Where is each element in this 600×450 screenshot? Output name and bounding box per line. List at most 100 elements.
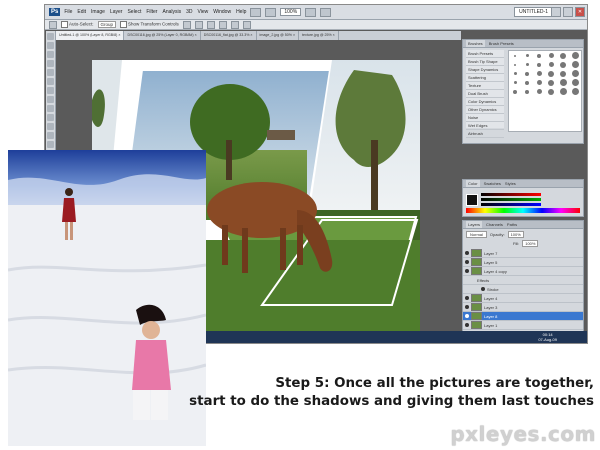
align-top-icon[interactable] [182, 20, 191, 29]
brush-setting-item[interactable]: Noise [466, 114, 504, 122]
tab-brushes[interactable]: Brushes [466, 40, 485, 47]
move-tool-icon[interactable] [49, 20, 57, 29]
layer-row[interactable]: Layer 1 [463, 321, 583, 330]
eraser-tool[interactable] [47, 123, 54, 130]
maximize-icon[interactable] [563, 7, 573, 17]
gradient-tool[interactable] [47, 132, 54, 139]
hand-tool-icon[interactable] [265, 7, 277, 17]
menu-select[interactable]: Select [127, 9, 141, 15]
brush-setting-item[interactable]: Other Dynamics [466, 106, 504, 114]
screen-mode-icon[interactable] [250, 7, 262, 17]
minimize-icon[interactable] [551, 7, 561, 17]
visibility-eye-icon[interactable] [465, 260, 469, 264]
layer-row[interactable]: Layer 7 [463, 249, 583, 258]
doc-tab-2[interactable]: DSC00116.jpg @ 25% (Layer 0, RGB/8#) × [124, 31, 201, 40]
lasso-tool[interactable] [47, 51, 54, 58]
workspace-switcher[interactable]: UNTITLED-1 [514, 7, 553, 17]
rotate-view-icon[interactable] [305, 7, 317, 17]
layer-row[interactable]: Layer 4 copy [463, 267, 583, 276]
brush-tool[interactable] [47, 96, 54, 103]
arrange-documents-icon[interactable] [320, 7, 332, 17]
doc-tab-4[interactable]: image_2.jpg @ 50% × [257, 31, 300, 40]
menu-analysis[interactable]: Analysis [162, 9, 181, 15]
fill-row: Fill: 100% [463, 240, 583, 249]
visibility-eye-icon[interactable] [465, 305, 469, 309]
move-tool[interactable] [47, 33, 54, 40]
zoom-level[interactable]: 100% [280, 8, 302, 16]
visibility-eye-icon[interactable] [465, 296, 469, 300]
tab-color[interactable]: Color [466, 180, 480, 187]
brush-setting-item[interactable]: Scattering [466, 74, 504, 82]
color-spectrum-bar[interactable] [466, 208, 580, 213]
tab-channels[interactable]: Channels [486, 221, 503, 228]
fill-input[interactable]: 100% [522, 240, 539, 247]
layers-panel: Layers Channels Paths Normal Opacity: 10… [462, 220, 584, 332]
menu-layer[interactable]: Layer [110, 9, 123, 15]
visibility-eye-icon[interactable] [465, 251, 469, 255]
brush-setting-item[interactable]: Brush Presets [466, 50, 504, 58]
align-left-icon[interactable] [218, 20, 227, 29]
auto-select-checkbox[interactable] [61, 21, 68, 28]
layer-list: Layer 7 Layer 5 Layer 4 copy Effects Str… [463, 249, 583, 330]
layer-row[interactable]: Layer 3 [463, 303, 583, 312]
brush-setting-item[interactable]: Dual Brush [466, 90, 504, 98]
brush-tip-grid[interactable] [508, 50, 582, 132]
doc-tab-5[interactable]: texture.jpg @ 25% × [299, 31, 339, 40]
opacity-input[interactable]: 100% [507, 231, 524, 238]
auto-select-dropdown[interactable]: Group [97, 21, 117, 28]
blur-tool[interactable] [47, 141, 54, 148]
close-icon[interactable]: ✕ [575, 7, 585, 17]
visibility-eye-icon[interactable] [465, 323, 469, 327]
brush-setting-item[interactable]: Brush Tip Shape [466, 58, 504, 66]
menu-3d[interactable]: 3D [186, 9, 192, 15]
brush-setting-item[interactable]: Wet Edges [466, 122, 504, 130]
align-middle-icon[interactable] [194, 20, 203, 29]
clone-stamp-tool[interactable] [47, 105, 54, 112]
quick-select-tool[interactable] [47, 60, 54, 67]
brush-setting-item[interactable]: Shape Dynamics [466, 66, 504, 74]
healing-brush-tool[interactable] [47, 87, 54, 94]
menu-edit[interactable]: Edit [77, 9, 86, 15]
auto-select-option[interactable]: Auto-Select: [61, 21, 94, 28]
show-transform-option[interactable]: Show Transform Controls [120, 21, 179, 28]
color-panel-tabs: Color Swatches Styles [463, 180, 583, 188]
marquee-tool[interactable] [47, 42, 54, 49]
layer-row-selected[interactable]: Layer 8 [463, 312, 583, 321]
blend-mode-select[interactable]: Normal [466, 231, 487, 238]
foreground-color-swatch[interactable] [466, 193, 478, 206]
brush-setting-item[interactable]: Texture [466, 82, 504, 90]
menu-image[interactable]: Image [91, 9, 105, 15]
auto-select-label: Auto-Select: [69, 21, 94, 27]
menu-file[interactable]: File [64, 9, 72, 15]
menu-window[interactable]: Window [213, 9, 231, 15]
doc-tab-3[interactable]: DSC00116_flat.jpg @ 33.3% × [201, 31, 257, 40]
layer-name: Layer 4 copy [484, 268, 507, 274]
layer-stroke-row[interactable]: Stroke [463, 285, 583, 294]
color-sliders[interactable] [481, 191, 541, 208]
layer-stroke-label: Stroke [487, 286, 499, 292]
brush-setting-item[interactable]: Airbrush [466, 130, 504, 138]
show-transform-checkbox[interactable] [120, 21, 128, 28]
eyedropper-tool[interactable] [47, 78, 54, 85]
tab-swatches[interactable]: Swatches [484, 180, 501, 187]
layer-effects-row[interactable]: Effects [463, 276, 583, 285]
menu-filter[interactable]: Filter [146, 9, 157, 15]
tab-styles[interactable]: Styles [505, 180, 516, 187]
align-right-icon[interactable] [242, 20, 251, 29]
visibility-eye-icon[interactable] [481, 287, 485, 291]
tab-paths[interactable]: Paths [507, 221, 517, 228]
crop-tool[interactable] [47, 69, 54, 76]
menu-help[interactable]: Help [236, 9, 246, 15]
align-bottom-icon[interactable] [206, 20, 215, 29]
tab-layers[interactable]: Layers [466, 221, 483, 228]
layer-row[interactable]: Layer 5 [463, 258, 583, 267]
visibility-eye-icon[interactable] [465, 269, 469, 273]
doc-tab-1[interactable]: Untitled-1 @ 100% (Layer 8, RGB/8) × [56, 31, 125, 40]
menu-view[interactable]: View [198, 9, 209, 15]
tab-brush-presets[interactable]: Brush Presets [489, 40, 514, 47]
history-brush-tool[interactable] [47, 114, 54, 121]
visibility-eye-icon[interactable] [465, 314, 469, 318]
brush-setting-item[interactable]: Color Dynamics [466, 98, 504, 106]
layer-row[interactable]: Layer 4 [463, 294, 583, 303]
align-center-icon[interactable] [230, 20, 239, 29]
